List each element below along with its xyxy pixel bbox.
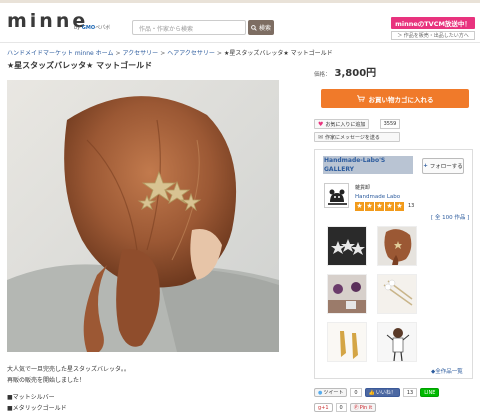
star-icon: ★ [375, 202, 384, 211]
hair-photo [7, 80, 279, 352]
dog-logo-icon [325, 184, 348, 207]
follow-button[interactable]: + フォローする [422, 158, 464, 174]
star-icon: ★ [355, 202, 364, 211]
gallery-thumb[interactable] [327, 274, 367, 314]
author-name-link[interactable]: Handmade Labo [355, 194, 400, 200]
social-share-row: ● ツイート 0 👍 いいね！ 13 LINE [314, 388, 440, 397]
avatar[interactable] [324, 183, 349, 208]
hair-thumb [378, 227, 416, 265]
star-icon: ★ [365, 202, 374, 211]
model-thumb [378, 323, 416, 361]
mail-icon: ✉ [318, 133, 324, 141]
facebook-like-button[interactable]: 👍 いいね！ [364, 388, 400, 397]
gallery-thumb[interactable] [377, 322, 417, 362]
earring-thumb [328, 275, 366, 313]
logo-subtitle: by GMOペパボ [74, 25, 111, 31]
cart-icon [356, 95, 365, 102]
silver-stars-thumb [328, 227, 366, 265]
thumbs-up-icon: 👍 [368, 389, 375, 396]
like-count: 13 [402, 388, 418, 397]
search-input[interactable]: 作品・作家から検索 [132, 20, 246, 35]
tweet-count: 0 [350, 388, 362, 397]
price-row: 価格： 3,800円 [314, 68, 377, 79]
gallery-thumb[interactable] [327, 226, 367, 266]
heart-icon: ♥ [318, 120, 324, 128]
author-category: 雑貨卸 [355, 185, 371, 191]
tvcm-banner[interactable]: minneのTVCM放送中！ [391, 17, 475, 29]
breadcrumb-accessory[interactable]: アクセサリー [122, 50, 158, 57]
tweet-button[interactable]: ● ツイート [314, 388, 348, 397]
product-main-image[interactable] [7, 80, 279, 352]
social-share-row-2: g+1 0 Ⓟ Pin it [314, 403, 377, 412]
add-favorite-button[interactable]: ♥ お気に入りに追加 [314, 119, 369, 129]
add-to-cart-button[interactable]: お買い物カゴに入れる [321, 89, 469, 108]
pinterest-icon: Ⓟ [353, 405, 359, 411]
search-button[interactable]: 検索 [248, 20, 274, 35]
rating-stars: ★ ★ ★ ★ ★ [355, 202, 404, 211]
breadcrumb-current: ★星スタッズバレッタ★ マットゴールド [223, 50, 333, 57]
all-items-count-link[interactable]: [ 全 100 作品 ] [431, 213, 469, 221]
gallery-thumb[interactable] [327, 322, 367, 362]
all-works-link[interactable]: ◆全作品一覧 [431, 367, 463, 375]
star-icon: ★ [385, 202, 394, 211]
plus-icon: + [423, 163, 428, 169]
creator-gallery-panel: Handmade-Labo'S GALLERY + フォローする 雑貨卸 Han… [314, 149, 473, 379]
breadcrumb-home[interactable]: ハンドメイドマーケット minne ホーム [7, 50, 113, 57]
pearl-pin-thumb [378, 275, 416, 313]
favorite-count: 3559 [380, 119, 400, 129]
gplus-count: 0 [335, 403, 347, 412]
google-plus-button[interactable]: g+1 [314, 403, 333, 412]
sell-link[interactable]: ＞ 作品を販売・出品したい方へ [391, 31, 475, 40]
twitter-icon: ● [318, 389, 323, 396]
star-icon: ★ [395, 202, 404, 211]
gallery-name-link[interactable]: Handmade-Labo'S GALLERY [323, 156, 413, 174]
site-header: minne by GMOペパボ 作品・作家から検索 検索 minneのTVCM放… [0, 3, 480, 43]
gold-drop-thumb [328, 323, 366, 361]
send-message-button[interactable]: ✉ 作家にメッセージを送る [314, 132, 400, 142]
breadcrumb-hair-accessory[interactable]: ヘアアクセサリー [167, 50, 215, 57]
breadcrumb: ハンドメイドマーケット minne ホーム > アクセサリー > ヘアアクセサリー > ★星… [7, 50, 333, 57]
gallery-thumb[interactable] [377, 226, 417, 266]
product-description: 大人気で一旦完売した星スタッズバレッタ。。 再販の販売を開始しました！ ■マット… [7, 366, 130, 412]
price-value: 3,800円 [334, 68, 377, 79]
pinterest-button[interactable]: Ⓟ Pin it [349, 403, 377, 412]
line-button[interactable]: LINE [420, 388, 440, 397]
page-title: ★星スタッズバレッタ★ マットゴールド [7, 61, 153, 70]
review-count[interactable]: 13 [408, 203, 414, 209]
gallery-thumb[interactable] [377, 274, 417, 314]
search-icon [251, 24, 257, 31]
